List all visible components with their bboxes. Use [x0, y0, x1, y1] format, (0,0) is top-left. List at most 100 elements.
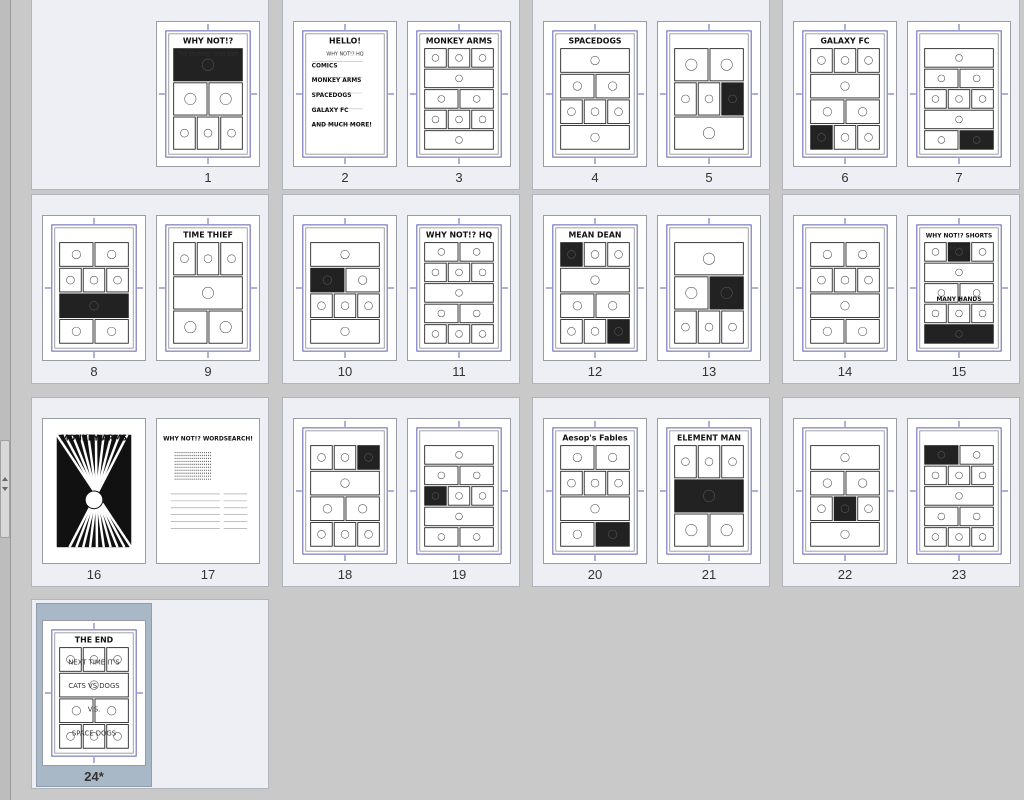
comic-page-art: WHY NOT!? WORDSEARCH!: [163, 437, 253, 529]
page-number-label: 24*: [84, 769, 104, 784]
page-thumbnail[interactable]: MEAN DEAN 12: [543, 215, 647, 379]
page-thumbnail[interactable]: WHY NOT!? HQ 11: [407, 215, 511, 379]
page-thumbnail[interactable]: TIME THIEF 9: [156, 215, 260, 379]
page-spread[interactable]: GALAXY FC 6 7: [782, 0, 1020, 190]
page-thumbnail[interactable]: 7: [907, 21, 1011, 185]
page-thumbnail[interactable]: 13: [657, 215, 761, 379]
page-thumbnail[interactable]: 5: [657, 21, 761, 185]
page-number-label: 18: [337, 567, 353, 582]
comic-page-art: [659, 23, 759, 165]
page-number-label: 22: [837, 567, 853, 582]
page-thumbnail[interactable]: HELLO! COMICS MONKEY ARMS SPACEDOGS GALAXY F…: [293, 21, 397, 185]
page-thumbnail[interactable]: THE END NEXT TIME IT'S CATS VS DOGS V.S. SPA…: [42, 620, 146, 784]
comic-page-art: GALAXY FC: [795, 23, 895, 165]
arrow-up-icon[interactable]: [2, 477, 8, 481]
page-number-label: 5: [705, 170, 713, 185]
page-heading: WHY NOT!?: [183, 37, 234, 46]
page-thumbnail[interactable]: MONKEY ARMS 16: [42, 418, 146, 582]
comic-page-art: [295, 217, 395, 359]
splitter-grip[interactable]: [0, 440, 10, 538]
comic-page-art: [659, 217, 759, 359]
page-thumbnail[interactable]: 19: [407, 418, 511, 582]
comic-page-art: SPACEDOGS: [545, 23, 645, 165]
page-number-label: 16: [86, 567, 102, 582]
page-spread[interactable]: HELLO! COMICS MONKEY ARMS SPACEDOGS GALAXY F…: [282, 0, 520, 190]
page-preview: [793, 215, 897, 361]
page-preview: [407, 418, 511, 564]
page-number-label: 12: [587, 364, 603, 379]
page-heading: THE END: [75, 636, 114, 645]
comic-page-art: [909, 23, 1009, 165]
page-text-line: NEXT TIME IT'S: [68, 658, 119, 666]
page-text-line: MONKEY ARMS: [312, 78, 362, 84]
page-text-line: CATS VS DOGS: [68, 682, 119, 690]
page-spread[interactable]: 18 19: [282, 397, 520, 587]
page-number-label: 9: [204, 364, 212, 379]
page-text-line: SPACEDOGS: [312, 93, 352, 99]
page-text-line: SPACE DOGS: [72, 729, 116, 737]
page-heading: MONKEY ARMS: [61, 434, 128, 443]
page-number-label: 21: [701, 567, 717, 582]
page-number-label: 20: [587, 567, 603, 582]
comic-page-art: [795, 420, 895, 562]
page-preview: MEAN DEAN: [543, 215, 647, 361]
page-thumbnail[interactable]: 23: [907, 418, 1011, 582]
page-spread[interactable]: WHY NOT!? The Students (and) Staff 1: [31, 0, 269, 190]
page-thumbnail[interactable]: GALAXY FC 6: [793, 21, 897, 185]
left-sidebar-edge[interactable]: [0, 0, 11, 800]
page-spread[interactable]: 14 WHY NOT!? SHORTS the minis MANY HANDS 15: [782, 194, 1020, 384]
comic-page-art: MONKEY ARMS: [409, 23, 509, 165]
page-number-label: 3: [455, 170, 463, 185]
page-thumbnail[interactable]: SPACEDOGS 4: [543, 21, 647, 185]
page-preview: MONKEY ARMS: [407, 21, 511, 167]
page-preview: [657, 21, 761, 167]
page-preview: WHY NOT!? WORDSEARCH!: [156, 418, 260, 564]
comic-page-art: [295, 420, 395, 562]
page-preview: GALAXY FC: [793, 21, 897, 167]
arrow-down-icon[interactable]: [2, 487, 8, 491]
page-thumbnail[interactable]: 10: [293, 215, 397, 379]
comic-page-art: ELEMENT MAN: [659, 420, 759, 562]
page-thumbnail[interactable]: 14: [793, 215, 897, 379]
page-thumbnail[interactable]: 22: [793, 418, 897, 582]
page-spread[interactable]: SPACEDOGS 4 5: [532, 0, 770, 190]
page-preview: HELLO! COMICS MONKEY ARMS SPACEDOGS GALAXY F…: [293, 21, 397, 167]
page-number-label: 7: [955, 170, 963, 185]
page-subtitle: The Students (and) Staff: [177, 52, 239, 58]
page-preview: [657, 215, 761, 361]
page-preview: THE END NEXT TIME IT'S CATS VS DOGS V.S. SPA…: [42, 620, 146, 766]
page-heading: GALAXY FC: [820, 37, 869, 46]
page-number-label: 2: [341, 170, 349, 185]
comic-page-art: [795, 217, 895, 359]
page-spread[interactable]: MEAN DEAN 12 13: [532, 194, 770, 384]
page-spread[interactable]: 22 23: [782, 397, 1020, 587]
page-heading: MONKEY ARMS: [426, 37, 493, 46]
comic-page-art: [44, 217, 144, 359]
page-thumbnail[interactable]: WHY NOT!? The Students (and) Staff 1: [156, 21, 260, 185]
page-spread[interactable]: 10 WHY NOT!? HQ 11: [282, 194, 520, 384]
page-preview: [42, 215, 146, 361]
page-spread[interactable]: 8 TIME THIEF 9: [31, 194, 269, 384]
page-number-label: 17: [200, 567, 216, 582]
page-thumbnail[interactable]: 18: [293, 418, 397, 582]
page-heading: WHY NOT!? HQ: [426, 231, 493, 240]
page-thumbnail[interactable]: MONKEY ARMS 3: [407, 21, 511, 185]
page-spread[interactable]: Aesop's Fables 20 ELEMENT MAN 21: [532, 397, 770, 587]
comic-page-art: WHY NOT!? The Students (and) Staff: [158, 23, 258, 165]
comic-page-art: Aesop's Fables: [545, 420, 645, 562]
comic-page-art: HELLO! COMICS MONKEY ARMS SPACEDOGS GALAXY F…: [295, 23, 395, 165]
page-spread[interactable]: THE END NEXT TIME IT'S CATS VS DOGS V.S. SPA…: [31, 599, 269, 789]
comic-page-art: [409, 420, 509, 562]
page-number-label: 11: [452, 364, 466, 379]
page-thumbnail[interactable]: Aesop's Fables 20: [543, 418, 647, 582]
page-preview: TIME THIEF: [156, 215, 260, 361]
page-thumbnail[interactable]: ELEMENT MAN 21: [657, 418, 761, 582]
page-thumbnail[interactable]: WHY NOT!? SHORTS the minis MANY HANDS 15: [907, 215, 1011, 379]
page-preview: SPACEDOGS: [543, 21, 647, 167]
page-heading: Aesop's Fables: [562, 434, 628, 443]
page-thumbnail[interactable]: 8: [42, 215, 146, 379]
page-spread[interactable]: MONKEY ARMS 16 WHY NOT!? WORDSEARCH! 17: [31, 397, 269, 587]
comic-page-art: WHY NOT!? SHORTS the minis MANY HANDS: [909, 217, 1009, 359]
page-number-label: 14: [837, 364, 853, 379]
page-thumbnail[interactable]: WHY NOT!? WORDSEARCH! 17: [156, 418, 260, 582]
